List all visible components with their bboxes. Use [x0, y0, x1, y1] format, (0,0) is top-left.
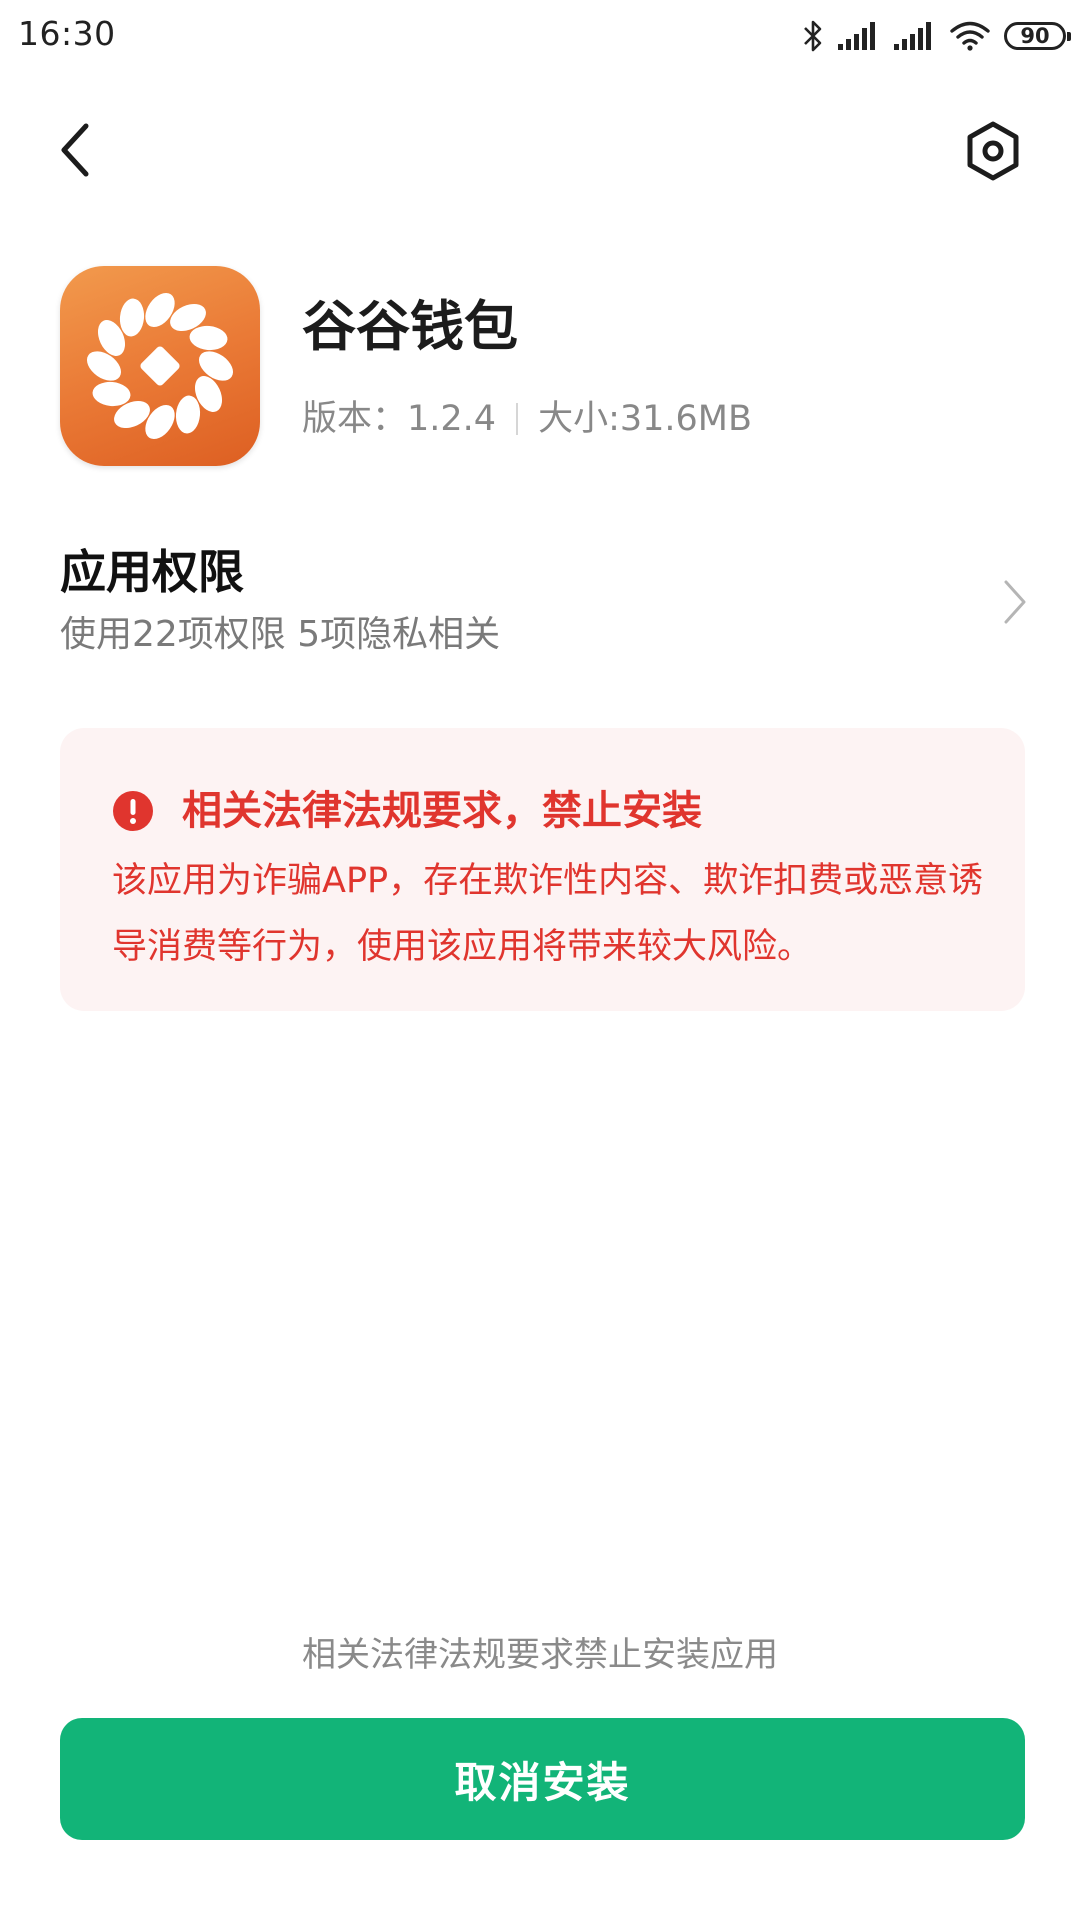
meta-divider — [516, 403, 519, 435]
back-button[interactable] — [50, 120, 100, 180]
warning-body: 该应用为诈骗APP，存在欺诈性内容、欺诈扣费或恶意诱导消费等行为，使用该应用将带… — [112, 861, 984, 967]
bottom-note: 相关法律法规要求禁止安装应用 — [302, 1635, 778, 1675]
permissions-title: 应用权限 — [60, 545, 244, 599]
permissions-row[interactable]: 应用权限 使用22项权限 5项隐私相关 — [0, 530, 1080, 670]
chevron-right-icon — [1004, 580, 1026, 624]
battery-icon: 90 — [1004, 22, 1071, 50]
app-name: 谷谷钱包 — [302, 295, 518, 358]
coin-wreath-icon — [86, 292, 234, 440]
warning-title: 相关法律法规要求，禁止安装 — [182, 788, 702, 834]
wifi-icon — [950, 21, 990, 51]
cancel-install-button[interactable]: 取消安装 — [60, 1718, 1025, 1840]
battery-level: 90 — [1020, 24, 1050, 48]
signal-icon — [894, 22, 936, 50]
status-bar: 16:30 90 — [0, 0, 1080, 72]
chevron-left-icon — [61, 123, 89, 177]
signal-icon — [838, 22, 880, 50]
status-icons: 90 — [802, 14, 1071, 58]
app-meta: 版本：1.2.4 大小:31.6MB — [302, 393, 752, 445]
app-icon — [60, 266, 260, 466]
permissions-subtitle: 使用22项权限 5项隐私相关 — [60, 614, 501, 655]
bluetooth-icon — [802, 19, 824, 53]
app-size: 大小:31.6MB — [538, 399, 752, 439]
app-version: 版本：1.2.4 — [302, 399, 497, 439]
settings-button[interactable] — [960, 118, 1026, 184]
warning-header: 相关法律法规要求，禁止安装 — [112, 782, 702, 840]
warning-card: 相关法律法规要求，禁止安装 该应用为诈骗APP，存在欺诈性内容、欺诈扣费或恶意诱… — [60, 728, 1025, 1011]
hexagon-settings-icon — [967, 121, 1019, 181]
status-time: 16:30 — [18, 14, 116, 53]
alert-icon — [113, 791, 153, 831]
